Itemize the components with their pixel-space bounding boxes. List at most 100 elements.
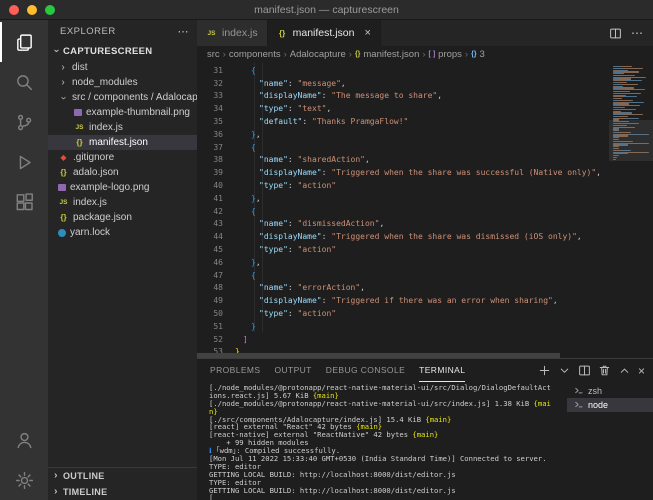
panel-tab-terminal[interactable]: TERMINAL — [419, 359, 465, 382]
line-number: 42 — [197, 207, 235, 216]
activity-explorer-button[interactable] — [0, 22, 48, 62]
close-tab-icon[interactable]: × — [364, 27, 370, 39]
breadcrumb-src[interactable]: src — [207, 49, 220, 60]
code-line[interactable]: 43"name": "dismissedAction", — [197, 218, 653, 231]
tree-item-dist[interactable]: ›dist — [48, 60, 197, 75]
scrollbar-thumb[interactable] — [197, 353, 560, 358]
code-line[interactable]: 34"type": "text", — [197, 102, 653, 115]
code-line[interactable]: 50"type": "action" — [197, 307, 653, 320]
terminal-session-node[interactable]: node — [567, 398, 653, 412]
activity-settings-button[interactable] — [0, 460, 48, 500]
activity-extensions-button[interactable] — [0, 182, 48, 222]
terminal-session-zsh[interactable]: zsh — [567, 384, 653, 398]
terminal-output[interactable]: [./node_modules/@protonapp/react-native-… — [197, 382, 567, 500]
zoom-window-button[interactable] — [45, 5, 55, 15]
code-line[interactable]: 36}, — [197, 128, 653, 141]
tree-item-example-logo-png[interactable]: example-logo.png — [48, 180, 197, 195]
panel-tab-debug-console[interactable]: DEBUG CONSOLE — [326, 359, 405, 382]
panel-tab-output[interactable]: OUTPUT — [274, 359, 311, 382]
tree-item-example-thumbnail-png[interactable]: example-thumbnail.png — [48, 105, 197, 120]
code-line[interactable]: 44"displayName": "Triggered when the sha… — [197, 230, 653, 243]
tree-item-adalo-json[interactable]: {}adalo.json — [48, 165, 197, 180]
sidebar-title: EXPLORER — [60, 26, 116, 37]
tree-item-gitignore[interactable]: ◆.gitignore — [48, 150, 197, 165]
breadcrumb-adalocapture[interactable]: Adalocapture — [290, 49, 346, 60]
code-text: { — [235, 66, 256, 75]
code-line[interactable]: 35"default": "Thanks PramgaFlow!" — [197, 115, 653, 128]
code-text: }, — [235, 130, 261, 139]
tree-item-yarn-lock[interactable]: yarn.lock — [48, 225, 197, 240]
split-terminal-icon[interactable] — [578, 364, 591, 377]
breadcrumb-manifest-json[interactable]: {}manifest.json — [355, 49, 419, 60]
activity-source-control-button[interactable] — [0, 102, 48, 142]
tree-item-label: node_modules — [72, 77, 138, 88]
minimap-slider[interactable] — [609, 120, 653, 161]
code-line[interactable]: 32"name": "message", — [197, 77, 653, 90]
split-editor-icon[interactable] — [609, 27, 622, 40]
terminal-picker-icon[interactable] — [558, 364, 571, 377]
code-line[interactable]: 49"displayName": "Triggered if there was… — [197, 294, 653, 307]
breadcrumb-props[interactable]: [ ]props — [429, 49, 462, 60]
minimap[interactable] — [609, 63, 653, 358]
code-line[interactable]: 52] — [197, 333, 653, 346]
code-text: "type": "text", — [235, 104, 331, 113]
maximize-panel-icon[interactable] — [618, 364, 631, 377]
activity-search-button[interactable] — [0, 62, 48, 102]
breadcrumb-components[interactable]: components — [229, 49, 281, 60]
window-controls — [9, 5, 55, 15]
tree-item-index-js[interactable]: JSindex.js — [48, 120, 197, 135]
sidebar-section-timeline[interactable]: ›TIMELINE — [48, 484, 197, 500]
explorer-icon — [15, 33, 34, 52]
code-text: "displayName": "Triggered when the share… — [235, 232, 582, 241]
code-line[interactable]: 40"type": "action" — [197, 179, 653, 192]
breadcrumb-3[interactable]: {}3 — [471, 49, 485, 60]
activity-run-debug-button[interactable] — [0, 142, 48, 182]
activity-bar-top — [0, 22, 48, 222]
window-title: manifest.json — capturescreen — [0, 4, 653, 16]
panel-tab-strip: PROBLEMS OUTPUT DEBUG CONSOLE TERMINAL — [210, 359, 479, 382]
code-line[interactable]: 37{ — [197, 141, 653, 154]
panel-header: PROBLEMS OUTPUT DEBUG CONSOLE TERMINAL × — [197, 359, 653, 382]
tree-item-node-modules[interactable]: ›node_modules — [48, 75, 197, 90]
titlebar: manifest.json — capturescreen — [0, 0, 653, 20]
new-terminal-icon[interactable] — [538, 364, 551, 377]
code-line[interactable]: 45"type": "action" — [197, 243, 653, 256]
breadcrumb-label: Adalocapture — [290, 49, 346, 60]
tab-index-js[interactable]: JSindex.js — [197, 20, 268, 46]
tree-item-index-js[interactable]: JSindex.js — [48, 195, 197, 210]
sidebar-section-outline[interactable]: ›OUTLINE — [48, 468, 197, 484]
code-line[interactable]: 46}, — [197, 256, 653, 269]
panel-tab-problems[interactable]: PROBLEMS — [210, 359, 260, 382]
code-editor[interactable]: 31{32"name": "message",33"displayName": … — [197, 63, 653, 358]
tree-item-label: index.js — [73, 197, 107, 208]
kill-terminal-icon[interactable] — [598, 364, 611, 377]
code-line[interactable]: 41}, — [197, 192, 653, 205]
minimize-window-button[interactable] — [27, 5, 37, 15]
code-line[interactable]: 51} — [197, 320, 653, 333]
close-panel-icon[interactable]: × — [638, 364, 645, 378]
line-number: 33 — [197, 91, 235, 100]
code-line[interactable]: 38"name": "sharedAction", — [197, 154, 653, 167]
tree-item-package-json[interactable]: {}package.json — [48, 210, 197, 225]
tree-item-src-components-adalocapture[interactable]: ›src / components / Adalocapture — [48, 90, 197, 105]
line-number: 37 — [197, 143, 235, 152]
horizontal-scrollbar[interactable] — [197, 353, 609, 358]
code-text: { — [235, 143, 256, 152]
breadcrumb-label: src — [207, 49, 220, 60]
code-line[interactable]: 31{ — [197, 64, 653, 77]
chevron-right-icon: › — [58, 63, 68, 73]
code-text: { — [235, 271, 256, 280]
tree-item-manifest-json[interactable]: {}manifest.json — [48, 135, 197, 150]
activity-account-button[interactable] — [0, 420, 48, 460]
breadcrumb-label: 3 — [480, 49, 485, 60]
more-actions-icon[interactable]: ⋯ — [178, 25, 190, 38]
tab-manifest-json[interactable]: {}manifest.json× — [268, 20, 381, 46]
code-line[interactable]: 47{ — [197, 269, 653, 282]
code-line[interactable]: 42{ — [197, 205, 653, 218]
code-line[interactable]: 39"displayName": "Triggered when the sha… — [197, 166, 653, 179]
code-line[interactable]: 33"displayName": "The message to share", — [197, 90, 653, 103]
close-window-button[interactable] — [9, 5, 19, 15]
code-line[interactable]: 48"name": "errorAction", — [197, 282, 653, 295]
more-editor-actions-icon[interactable]: ⋯ — [631, 26, 643, 40]
workspace-section-header[interactable]: › CAPTURESCREEN — [48, 42, 197, 60]
